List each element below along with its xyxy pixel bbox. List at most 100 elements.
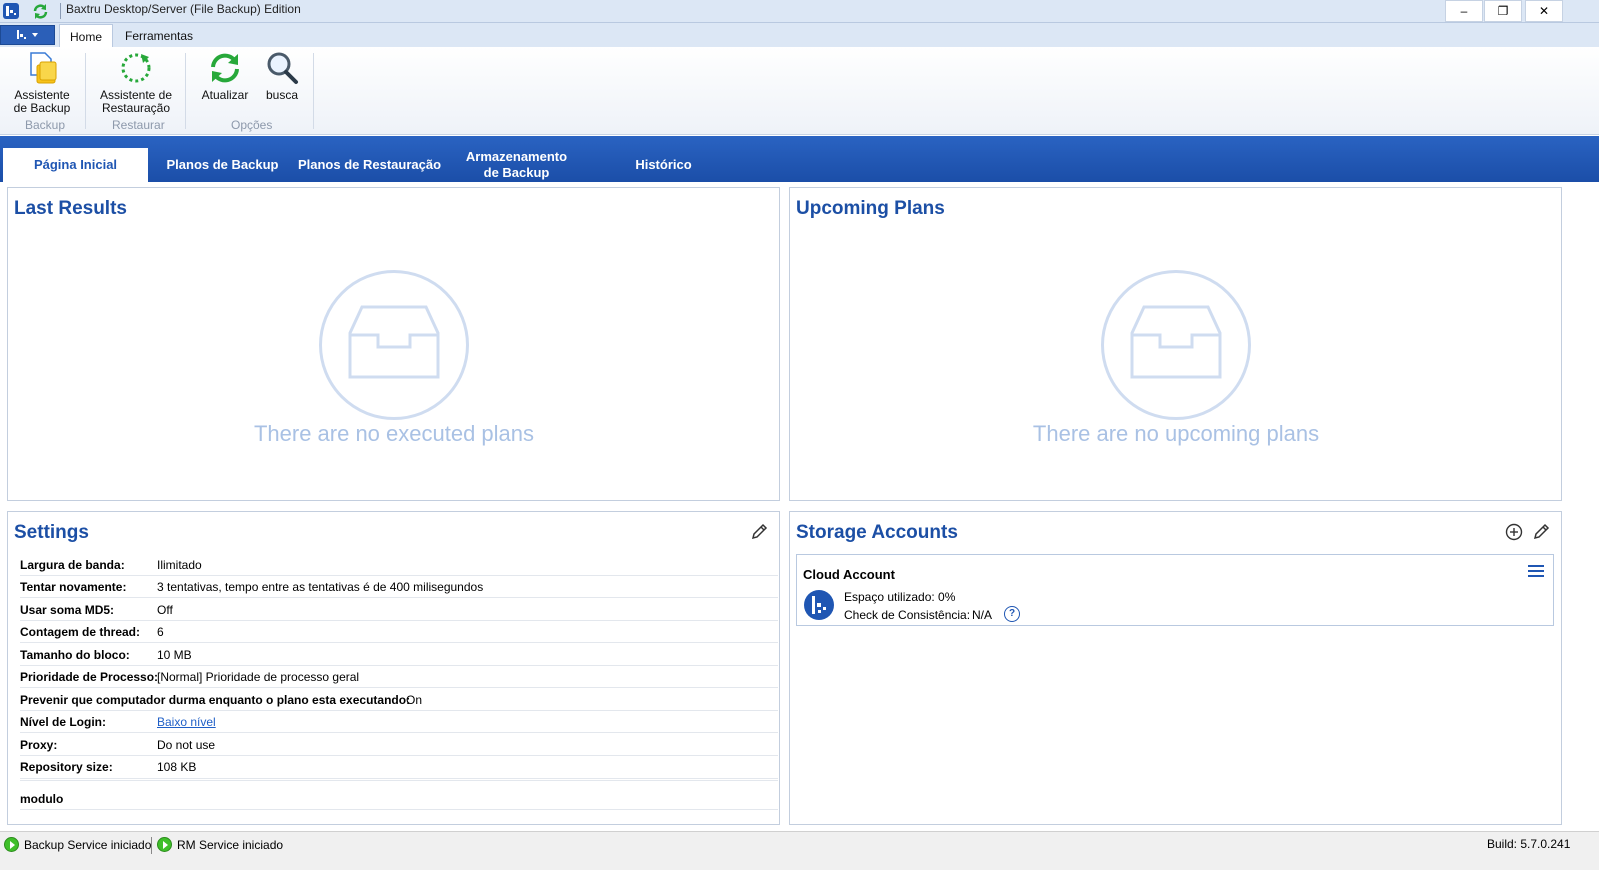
app-menu-icon [16, 30, 38, 39]
settings-row: Repository size: 108 KB [20, 755, 778, 781]
rm-service-text: RM Service iniciado [177, 837, 284, 852]
settings-key: Prevenir que computador durma enquanto o… [20, 693, 411, 707]
ribbon-tab-row: Home Ferramentas [0, 23, 1599, 47]
settings-key: Proxy: [20, 738, 58, 752]
settings-row: Nível de Login: Baixo nível [20, 710, 778, 733]
storage-account-card[interactable]: Cloud Account Espaço utilizado: 0% Check… [796, 554, 1554, 626]
ribbon-group-options: Opções [231, 118, 273, 132]
hamburger-menu-icon[interactable] [1527, 563, 1545, 579]
backup-service-status: Backup Service iniciado [4, 837, 151, 852]
inbox-icon [348, 305, 440, 379]
ribbon-separator [185, 53, 186, 129]
settings-key: Tentar novamente: [20, 580, 127, 594]
title-separator [60, 3, 61, 19]
backup-wizard-button[interactable]: Assistente de Backup [8, 51, 76, 115]
module-label: modulo [20, 792, 64, 806]
window-title: Baxtru Desktop/Server (File Backup) Edit… [66, 2, 301, 16]
settings-row: Contagem de thread: 6 [20, 620, 778, 643]
settings-row: Tamanho do bloco: 10 MB [20, 643, 778, 666]
settings-key: Contagem de thread: [20, 625, 141, 639]
settings-value: On [406, 693, 423, 707]
upcoming-plans-title: Upcoming Plans [796, 198, 945, 219]
minimize-button[interactable]: – [1445, 0, 1483, 22]
search-icon [267, 52, 298, 84]
restore-button[interactable]: ❐ [1484, 0, 1522, 22]
backup-wizard-icon [30, 52, 57, 84]
refresh-label: Atualizar [201, 88, 249, 102]
account-name: Cloud Account [803, 567, 895, 582]
settings-value: Off [157, 603, 173, 617]
settings-row: Prevenir que computador durma enquanto o… [20, 688, 778, 711]
last-results-empty-text: There are no executed plans [253, 421, 535, 446]
nav-tab-history[interactable]: Histórico [591, 148, 736, 182]
settings-key: Tamanho do bloco: [20, 648, 130, 662]
empty-inbox-icon [1101, 270, 1251, 420]
build-version: Build: 5.7.0.241 [1487, 837, 1571, 851]
login-level-link[interactable]: Baixo nível [157, 715, 216, 729]
title-bar: Baxtru Desktop/Server (File Backup) Edit… [0, 0, 1599, 23]
add-account-icon[interactable] [1505, 523, 1523, 541]
search-label: busca [265, 88, 299, 102]
ribbon-tab-ferramentas[interactable]: Ferramentas [115, 24, 203, 47]
space-used-text: Espaço utilizado: 0% [844, 590, 956, 604]
ribbon-separator [85, 53, 86, 129]
settings-key: Nível de Login: [20, 715, 107, 729]
nav-tab-backup-storage[interactable]: Armazenamento de Backup [444, 148, 589, 182]
refresh-icon [211, 53, 239, 83]
cloud-provider-logo-icon [804, 590, 834, 620]
settings-key: Usar soma MD5: [20, 603, 115, 617]
status-bar: Backup Service iniciado RM Service inici… [0, 831, 1599, 870]
consistency-check-label: Check de Consistência: [844, 608, 971, 622]
settings-value: Ilimitado [157, 558, 202, 572]
settings-key: Largura de banda: [20, 558, 125, 572]
settings-row: Usar soma MD5: Off [20, 598, 778, 621]
edit-settings-icon[interactable] [750, 523, 768, 541]
ribbon-tab-home[interactable]: Home [59, 24, 114, 47]
nav-tab-restore-plans[interactable]: Planos de Restauração [297, 148, 442, 182]
settings-value: 10 MB [157, 648, 192, 662]
search-button[interactable]: busca [260, 51, 304, 102]
consistency-check-value: N/A [972, 608, 993, 622]
settings-row: Proxy: Do not use [20, 733, 778, 756]
settings-row: Largura de banda: Ilimitado [20, 553, 778, 576]
backup-service-text: Backup Service iniciado [24, 837, 152, 852]
settings-key: Repository size: [20, 760, 113, 774]
restore-wizard-icon [121, 53, 151, 83]
settings-value: 108 KB [157, 760, 197, 774]
settings-title: Settings [14, 522, 89, 543]
upcoming-plans-panel: Upcoming Plans There are no upcoming pla… [789, 187, 1562, 501]
play-status-icon [157, 837, 172, 852]
settings-value: Do not use [157, 738, 216, 752]
settings-key: Prioridade de Processo: [20, 670, 159, 684]
app-logo-icon[interactable] [3, 3, 19, 19]
ribbon-separator [313, 53, 314, 129]
upcoming-plans-empty-text: There are no upcoming plans [1032, 421, 1320, 446]
help-icon[interactable]: ? [1004, 606, 1020, 622]
settings-panel: Settings Largura de banda: Ilimitado Ten… [7, 511, 780, 825]
settings-value: [Normal] Prioridade de processo geral [157, 670, 360, 684]
refresh-button[interactable]: Atualizar [198, 51, 252, 102]
close-button[interactable]: ✕ [1525, 0, 1563, 22]
restore-wizard-button[interactable]: Assistente de Restauração [95, 51, 177, 115]
ribbon-group-backup: Backup [25, 118, 66, 132]
last-results-panel: Last Results There are no executed plans [7, 187, 780, 501]
status-separator [151, 837, 152, 854]
play-status-icon [4, 837, 19, 852]
module-row: modulo [20, 787, 778, 810]
ribbon-group-restore: Restaurar [112, 118, 165, 132]
rm-service-status: RM Service iniciado [157, 837, 283, 852]
restore-wizard-label: Assistente de Restauração [99, 88, 173, 115]
storage-accounts-panel: Storage Accounts Cloud Account Espaço ut… [789, 511, 1562, 825]
settings-value: 3 tentativas, tempo entre as tentativas … [157, 580, 484, 594]
empty-inbox-icon [319, 270, 469, 420]
edit-accounts-icon[interactable] [1532, 523, 1550, 541]
nav-tab-home[interactable]: Página Inicial [3, 148, 148, 182]
settings-row: Tentar novamente: 3 tentativas, tempo en… [20, 575, 778, 598]
storage-accounts-title: Storage Accounts [796, 522, 958, 543]
nav-tab-backup-plans[interactable]: Planos de Backup [150, 148, 295, 182]
backup-wizard-label: Assistente de Backup [13, 88, 71, 115]
quick-refresh-icon[interactable] [32, 3, 49, 20]
app-menu-button[interactable] [0, 25, 55, 45]
inbox-icon [1130, 305, 1222, 379]
main-nav-bar: Página Inicial Planos de Backup Planos d… [0, 136, 1599, 182]
